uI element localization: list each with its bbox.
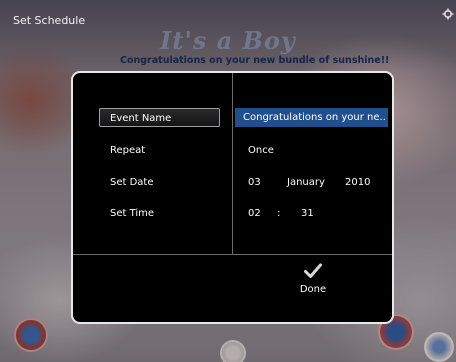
decorative-ball xyxy=(14,318,48,352)
background-title: It's a Boy xyxy=(160,26,296,55)
decorative-ball xyxy=(424,332,454,362)
date-month-value[interactable]: January xyxy=(287,177,325,188)
date-year-value[interactable]: 2010 xyxy=(345,177,370,188)
event-name-label[interactable]: Event Name xyxy=(99,108,220,127)
date-day-value[interactable]: 03 xyxy=(248,177,261,188)
gear-icon[interactable] xyxy=(442,8,454,20)
repeat-label[interactable]: Repeat xyxy=(110,145,145,156)
section-divider xyxy=(73,254,392,255)
time-minute-value[interactable]: 31 xyxy=(301,208,314,219)
time-hour-value[interactable]: 02 xyxy=(248,208,261,219)
background-subtitle: Congratulations on your new bundle of su… xyxy=(120,55,390,66)
column-divider xyxy=(232,73,233,254)
checkmark-icon xyxy=(304,263,322,278)
set-time-label[interactable]: Set Time xyxy=(110,208,154,219)
repeat-value[interactable]: Once xyxy=(248,145,274,156)
done-button[interactable]: Done xyxy=(291,263,335,313)
set-date-label[interactable]: Set Date xyxy=(110,177,154,188)
time-separator: : xyxy=(277,208,281,219)
event-name-value[interactable]: Congratulations on your ne.. xyxy=(235,108,388,127)
decorative-ball xyxy=(220,340,246,362)
page-title: Set Schedule xyxy=(13,14,86,27)
schedule-dialog: Event Name Congratulations on your ne.. … xyxy=(71,71,394,324)
done-label: Done xyxy=(299,284,327,295)
